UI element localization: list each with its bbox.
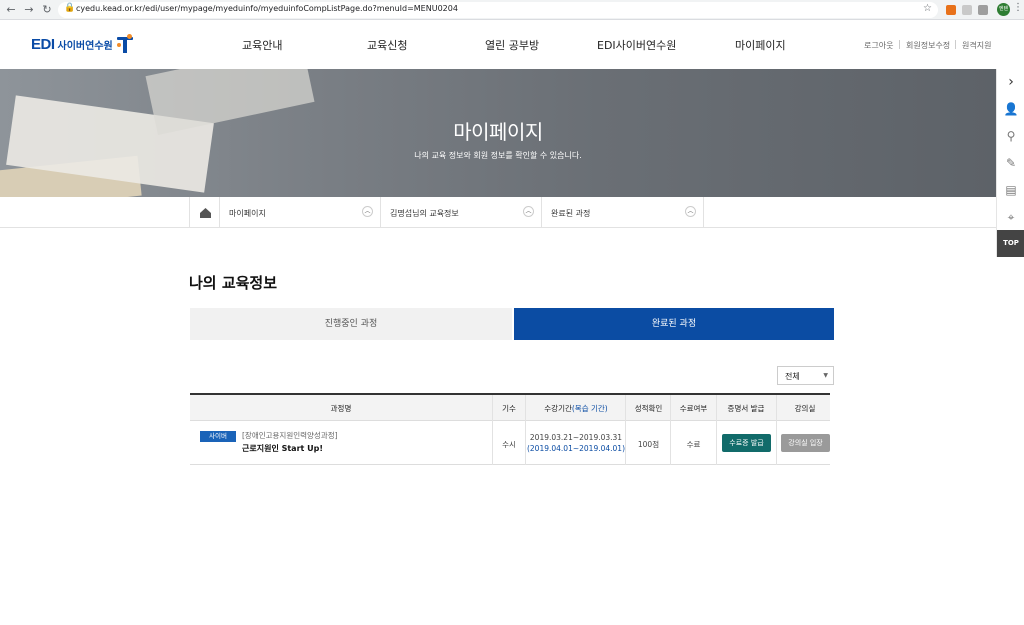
book-icon[interactable]: ▤ — [997, 177, 1024, 203]
pencil-icon[interactable]: ✎ — [997, 150, 1024, 176]
hero-title: 마이페이지 — [453, 120, 543, 144]
divider — [670, 395, 671, 423]
breadcrumb-item-completed[interactable]: 완료된 과정 ︿ — [542, 197, 704, 228]
tab-in-progress[interactable]: 진행중인 과정 — [190, 308, 512, 340]
grade-value[interactable]: 100점 — [626, 439, 671, 450]
breadcrumb-label: 마이페이지 — [229, 209, 266, 218]
divider — [716, 395, 717, 423]
breadcrumb-item-education-info[interactable]: 김명섭님의 교육정보 ︿ — [381, 197, 542, 228]
col-grade: 성적확인 — [634, 404, 663, 413]
table-header: 과정명 기수 수강기간(복습 기간) 성적확인 수료여부 증명서 발급 강의실 — [190, 393, 830, 423]
logo-edi: EDI — [31, 35, 55, 53]
caret-down-icon: ▼ — [823, 372, 828, 379]
divider — [525, 421, 526, 465]
breadcrumb-item-mypage[interactable]: 마이페이지 ︿ — [220, 197, 381, 228]
home-button[interactable] — [189, 197, 220, 228]
chevron-up-icon[interactable]: ︿ — [523, 206, 534, 217]
divider — [776, 421, 777, 465]
breadcrumb: 마이페이지 ︿ 김명섭님의 교육정보 ︿ 완료된 과정 ︿ — [0, 197, 996, 228]
scroll-top-button[interactable]: TOP — [997, 230, 1024, 257]
divider — [625, 395, 626, 423]
extension-icon[interactable] — [946, 5, 956, 15]
bookmark-star-icon[interactable]: ☆ — [923, 3, 932, 14]
col-period-label: 수강기간 — [544, 404, 572, 413]
col-course: 과정명 — [330, 404, 352, 413]
breadcrumb-label: 완료된 과정 — [551, 209, 591, 218]
chevron-up-icon[interactable]: ︿ — [362, 206, 373, 217]
gnb-item-mypage[interactable]: 마이페이지 — [735, 37, 786, 53]
review-period-value: (2019.04.01~2019.04.01) — [526, 444, 626, 453]
remote-support-link[interactable]: 원격지원 — [962, 40, 991, 51]
complete-value: 수료 — [686, 440, 701, 449]
gnb-item-apply[interactable]: 교육신청 — [367, 37, 407, 53]
back-icon[interactable]: ← — [4, 3, 18, 17]
gnb-item-education-info[interactable]: 교육안내 — [242, 37, 282, 53]
term-value: 수시 — [502, 440, 516, 449]
divider — [955, 40, 956, 49]
logo-sub: 사이버연수원 — [57, 40, 113, 52]
site-header: EDI 사이버연수원 교육안내 교육신청 열린 공부방 EDI사이버연수원 마이… — [0, 20, 1024, 69]
logout-link[interactable]: 로그아웃 — [864, 40, 893, 51]
issue-certificate-button[interactable]: 수료증 발급 — [722, 434, 771, 452]
hero-banner: 마이페이지 나의 교육 정보와 회원 정보를 확인할 수 있습니다. — [0, 69, 996, 197]
divider — [525, 395, 526, 423]
table-row: 사이버 [장애인고용지원인력양성과정] 근로지원인 Start Up! 수시 2… — [190, 421, 830, 465]
chevron-right-icon[interactable]: › — [997, 69, 1024, 95]
browser-toolbar: ← → ↻ 🔒 cyedu.kead.or.kr/edi/user/mypage… — [0, 0, 1024, 20]
forward-icon[interactable]: → — [22, 3, 36, 17]
extension-icon[interactable] — [962, 5, 972, 15]
filter-select-value: 전체 — [785, 372, 800, 381]
breadcrumb-label: 김명섭님의 교육정보 — [390, 209, 459, 218]
divider — [716, 421, 717, 465]
site-logo[interactable]: EDI 사이버연수원 — [31, 34, 134, 54]
menu-dots-icon[interactable]: ⋮ — [1013, 2, 1023, 13]
logo-mark-icon — [116, 34, 134, 54]
page-title: 나의 교육정보 — [189, 274, 278, 292]
user-icon[interactable]: 👤 — [997, 96, 1024, 122]
filter-select[interactable]: 전체 ▼ — [777, 366, 834, 385]
profile-avatar[interactable]: 엔텐 — [997, 3, 1010, 16]
divider — [492, 395, 493, 423]
badge-icon[interactable]: ⚲ — [997, 123, 1024, 149]
chevron-up-icon[interactable]: ︿ — [685, 206, 696, 217]
col-term: 기수 — [502, 404, 516, 413]
home-icon — [200, 208, 211, 218]
lock-icon: 🔒 — [64, 3, 76, 13]
period-value: 2019.03.21~2019.03.31 — [529, 433, 623, 442]
col-room: 강의실 — [794, 404, 816, 413]
divider — [776, 395, 777, 423]
col-review-label: (복습 기간) — [571, 404, 608, 413]
quick-menu: › 👤 ⚲ ✎ ▤ ⌖ TOP — [996, 69, 1024, 257]
col-period: 수강기간(복습 기간) — [526, 403, 626, 414]
tab-completed[interactable]: 완료된 과정 — [514, 308, 834, 340]
edit-profile-link[interactable]: 회원정보수정 — [906, 40, 950, 51]
address-bar[interactable]: 🔒 cyedu.kead.or.kr/edi/user/mypage/myedu… — [58, 2, 938, 18]
hero-subtitle: 나의 교육 정보와 회원 정보를 확인할 수 있습니다. — [414, 151, 582, 160]
location-pin-icon[interactable]: ⌖ — [997, 204, 1024, 230]
enter-classroom-button[interactable]: 강의실 입장 — [781, 434, 830, 452]
type-badge: 사이버 — [200, 431, 236, 442]
col-complete: 수료여부 — [679, 404, 708, 413]
course-name[interactable]: 근로지원인 Start Up! — [242, 443, 323, 454]
divider — [899, 40, 900, 49]
gnb-item-cyber-academy[interactable]: EDI사이버연수원 — [597, 37, 676, 53]
url-text: cyedu.kead.or.kr/edi/user/mypage/myeduin… — [76, 4, 458, 13]
col-cert: 증명서 발급 — [727, 404, 765, 413]
gnb-item-open-study[interactable]: 열린 공부방 — [485, 37, 539, 53]
course-category: [장애인고용지원인력양성과정] — [242, 431, 338, 440]
puzzle-icon[interactable] — [978, 5, 988, 15]
reload-icon[interactable]: ↻ — [40, 3, 54, 17]
